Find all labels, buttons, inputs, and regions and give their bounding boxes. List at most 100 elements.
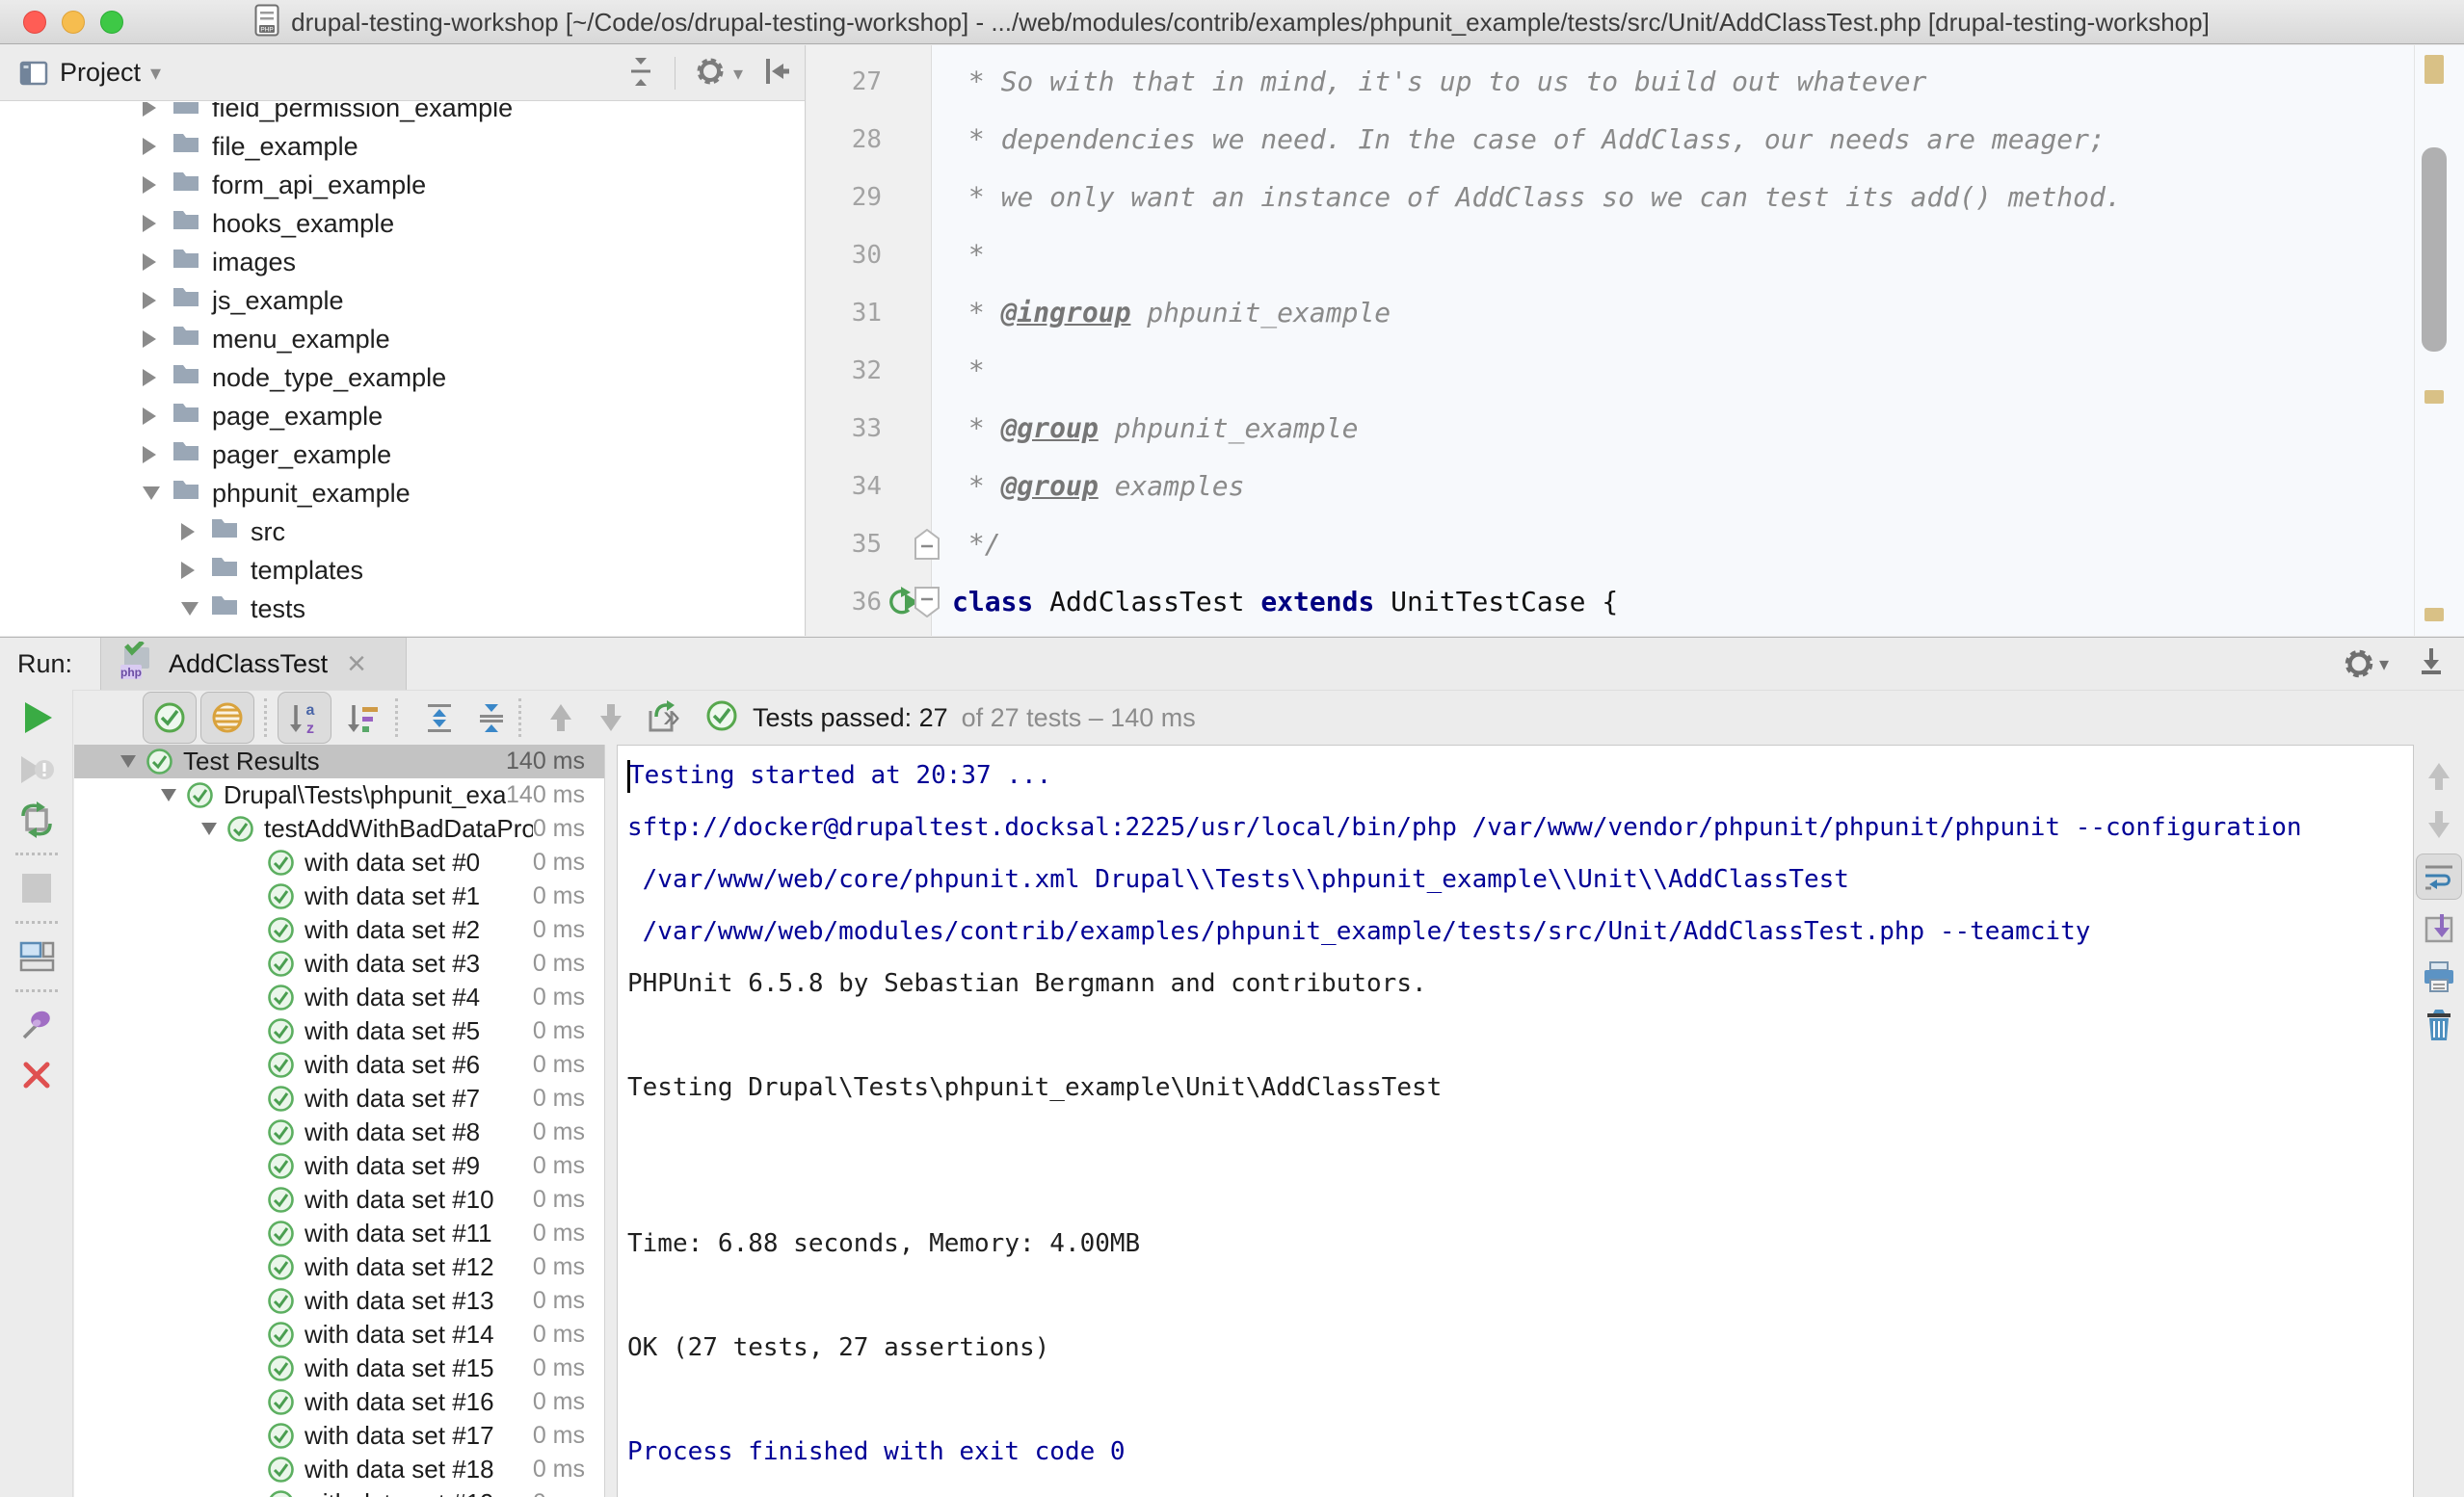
- project-tree-item[interactable]: file_example: [0, 127, 805, 166]
- tree-expand-arrow-icon[interactable]: [143, 330, 170, 348]
- test-console-output[interactable]: Testing started at 20:37 ...sftp://docke…: [617, 745, 2414, 1497]
- restore-layout-button[interactable]: [0, 932, 72, 982]
- project-tree-item[interactable]: src: [0, 512, 805, 551]
- editor-line[interactable]: class AddClassTest extends UnitTestCase …: [933, 573, 2414, 631]
- tree-collapse-arrow-icon[interactable]: [181, 602, 208, 616]
- test-tree-row[interactable]: testAddWithBadDataProvid0 ms: [74, 812, 604, 846]
- project-tree-item[interactable]: form_api_example: [0, 166, 805, 204]
- test-tree-row[interactable]: with data set #80 ms: [74, 1116, 604, 1149]
- project-tree-item[interactable]: js_example: [0, 281, 805, 320]
- test-tree-row[interactable]: with data set #90 ms: [74, 1149, 604, 1183]
- editor-line[interactable]: * we only want an instance of AddClass s…: [933, 169, 2414, 226]
- test-tree-row[interactable]: with data set #20 ms: [74, 913, 604, 947]
- scroll-to-end-button[interactable]: [2414, 905, 2464, 953]
- stop-button[interactable]: [0, 863, 72, 913]
- test-tree-row[interactable]: with data set #60 ms: [74, 1048, 604, 1082]
- clear-all-trash-button[interactable]: [2414, 1001, 2464, 1049]
- tree-expand-arrow-icon[interactable]: [143, 102, 170, 117]
- test-tree-row[interactable]: with data set #70 ms: [74, 1082, 604, 1116]
- editor-line[interactable]: */: [933, 515, 2414, 573]
- pin-tab-button[interactable]: [0, 1000, 72, 1050]
- editor-line[interactable]: * dependencies we need. In the case of A…: [933, 111, 2414, 169]
- test-tree-row[interactable]: with data set #10 ms: [74, 880, 604, 913]
- project-tree-item[interactable]: tests: [0, 590, 805, 628]
- tree-collapse-arrow-icon[interactable]: [201, 823, 226, 835]
- sort-by-duration-button[interactable]: [335, 692, 389, 744]
- gear-icon[interactable]: [693, 54, 728, 93]
- test-tree-row[interactable]: with data set #30 ms: [74, 947, 604, 981]
- test-tree-row[interactable]: with data set #110 ms: [74, 1217, 604, 1250]
- scrollbar-thumb[interactable]: [2422, 147, 2447, 352]
- error-stripe-mark[interactable]: [2424, 608, 2444, 621]
- test-tree-row[interactable]: with data set #40 ms: [74, 981, 604, 1014]
- project-tree-item[interactable]: menu_example: [0, 320, 805, 358]
- tree-expand-arrow-icon[interactable]: [143, 446, 170, 463]
- show-ignored-button[interactable]: [200, 692, 254, 744]
- test-tree-row[interactable]: with data set #50 ms: [74, 1014, 604, 1048]
- rerun-failed-tests-button[interactable]: [0, 745, 72, 795]
- editor-scrollbar-track[interactable]: [2414, 45, 2464, 636]
- tree-expand-arrow-icon[interactable]: [143, 176, 170, 194]
- error-stripe-mark[interactable]: [2424, 390, 2444, 404]
- rerun-button[interactable]: [0, 690, 72, 745]
- tree-expand-arrow-icon[interactable]: [181, 523, 208, 540]
- next-failed-test-button[interactable]: [584, 692, 638, 744]
- hide-panel-icon[interactable]: [2414, 644, 2449, 684]
- test-tree-row[interactable]: with data set #120 ms: [74, 1250, 604, 1284]
- editor-line[interactable]: [933, 45, 2414, 53]
- editor-line[interactable]: * @ingroup phpunit_example: [933, 284, 2414, 342]
- print-button[interactable]: [2414, 953, 2464, 1001]
- tree-expand-arrow-icon[interactable]: [143, 407, 170, 425]
- tree-collapse-arrow-icon[interactable]: [120, 755, 146, 768]
- close-tab-icon[interactable]: ×: [347, 647, 366, 680]
- editor-code-area[interactable]: * So with that in mind, it's up to us to…: [933, 45, 2414, 636]
- soft-wrap-button[interactable]: [2414, 849, 2464, 905]
- test-tree-row[interactable]: with data set #140 ms: [74, 1318, 604, 1352]
- test-tree-row[interactable]: with data set #160 ms: [74, 1385, 604, 1419]
- gear-icon[interactable]: ▾: [2341, 645, 2389, 682]
- project-tree-item[interactable]: page_example: [0, 397, 805, 435]
- collapse-all-button[interactable]: [624, 55, 657, 92]
- test-tree-row[interactable]: with data set #130 ms: [74, 1284, 604, 1318]
- test-tree-row[interactable]: Test Results140 ms: [74, 745, 604, 778]
- project-tree-item[interactable]: images: [0, 243, 805, 281]
- down-stacktrace-button[interactable]: [2414, 801, 2464, 849]
- tree-expand-arrow-icon[interactable]: [143, 369, 170, 386]
- collapse-all-button[interactable]: [464, 692, 518, 744]
- previous-failed-test-button[interactable]: [534, 692, 588, 744]
- error-stripe-mark[interactable]: [2424, 55, 2444, 84]
- project-tree-item[interactable]: node_type_example: [0, 358, 805, 397]
- project-panel-title[interactable]: Project: [60, 58, 141, 88]
- tree-expand-arrow-icon[interactable]: [143, 138, 170, 155]
- editor-line[interactable]: * So with that in mind, it's up to us to…: [933, 53, 2414, 111]
- tree-collapse-arrow-icon[interactable]: [143, 486, 170, 500]
- test-tree-row[interactable]: with data set #00 ms: [74, 846, 604, 880]
- toggle-auto-test-button[interactable]: [0, 795, 72, 845]
- editor-line[interactable]: *: [933, 226, 2414, 284]
- test-tree-row[interactable]: with data set #150 ms: [74, 1352, 604, 1385]
- tree-expand-arrow-icon[interactable]: [143, 215, 170, 232]
- editor-line[interactable]: *: [933, 342, 2414, 400]
- project-tree-item[interactable]: field_permission_example: [0, 102, 805, 127]
- chevron-down-icon[interactable]: ▾: [733, 62, 743, 86]
- project-tree-item[interactable]: hooks_example: [0, 204, 805, 243]
- chevrons-more[interactable]: »: [663, 698, 680, 734]
- test-tree-row[interactable]: with data set #100 ms: [74, 1183, 604, 1217]
- expand-all-button[interactable]: [412, 692, 466, 744]
- test-tree-row[interactable]: with data set #170 ms: [74, 1419, 604, 1453]
- test-tree-row[interactable]: Drupal\Tests\phpunit_examp140 ms: [74, 778, 604, 812]
- tree-expand-arrow-icon[interactable]: [143, 292, 170, 309]
- test-tree-row[interactable]: with data set #190 ms: [74, 1486, 604, 1497]
- run-tab-addclasstest[interactable]: php AddClassTest ×: [100, 638, 407, 690]
- tree-collapse-arrow-icon[interactable]: [161, 789, 186, 801]
- project-tree-item[interactable]: phpunit_example: [0, 474, 805, 512]
- editor-line[interactable]: * @group phpunit_example: [933, 400, 2414, 458]
- sort-alphabetically-button[interactable]: az: [278, 692, 331, 744]
- editor-line[interactable]: * @group examples: [933, 458, 2414, 515]
- up-stacktrace-button[interactable]: [2414, 752, 2464, 801]
- hide-panel-icon[interactable]: [760, 55, 791, 92]
- tree-expand-arrow-icon[interactable]: [181, 562, 208, 579]
- tree-expand-arrow-icon[interactable]: [143, 253, 170, 271]
- show-passed-button[interactable]: [143, 692, 197, 744]
- project-tree-item[interactable]: pager_example: [0, 435, 805, 474]
